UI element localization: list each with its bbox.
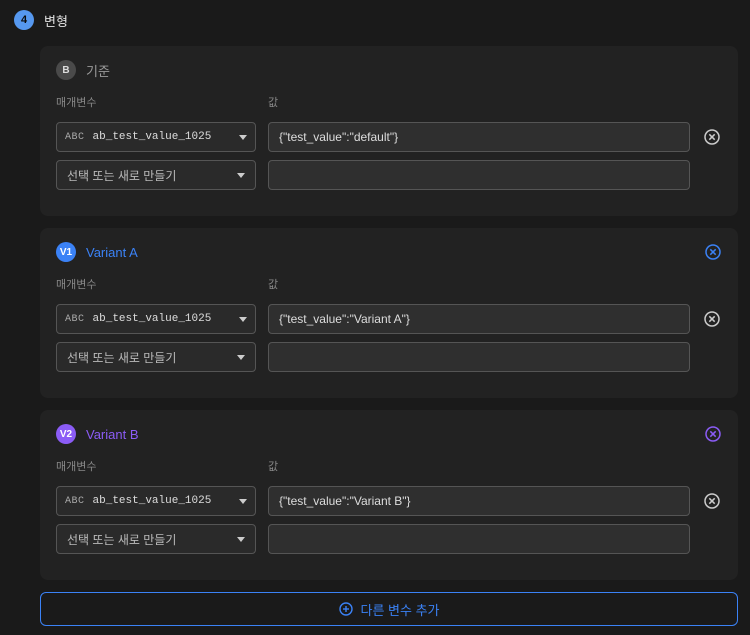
parameter-select-placeholder: 선택 또는 새로 만들기: [67, 349, 176, 366]
chevron-down-icon: [237, 355, 245, 360]
chevron-down-icon: [239, 135, 247, 140]
parameter-select[interactable]: ABC ab_test_value_1025: [56, 122, 256, 152]
chevron-down-icon: [239, 317, 247, 322]
parameter-row-empty: 선택 또는 새로 만들기: [56, 524, 722, 554]
close-circle-icon: [705, 426, 721, 442]
abc-type-icon: ABC: [65, 132, 85, 143]
value-input-empty[interactable]: [268, 342, 690, 372]
parameter-column-label: 매개변수: [56, 94, 256, 110]
parameter-row-empty: 선택 또는 새로 만들기: [56, 160, 722, 190]
step-badge: 4: [14, 10, 34, 30]
add-variant-button[interactable]: 다른 변수 추가: [40, 592, 738, 626]
parameter-select-placeholder: 선택 또는 새로 만들기: [67, 167, 176, 184]
delete-variant-button[interactable]: [704, 425, 722, 443]
close-circle-icon: [704, 129, 720, 145]
parameter-name: ab_test_value_1025: [93, 313, 212, 325]
close-circle-icon: [704, 311, 720, 327]
value-column-label: 값: [268, 458, 722, 474]
delete-row-button[interactable]: [702, 127, 722, 147]
parameter-column-label: 매개변수: [56, 458, 256, 474]
variant-badge: V1: [56, 242, 76, 262]
delete-row-button[interactable]: [702, 309, 722, 329]
variant-name: 기준: [86, 61, 110, 80]
variant-card: V1 Variant A 매개변수 값 ABC ab_test_value_10…: [40, 228, 738, 398]
value-column-label: 값: [268, 276, 722, 292]
value-input[interactable]: [268, 486, 690, 516]
variant-card: B 기준 매개변수 값 ABC ab_test_value_1025 선택 또는…: [40, 46, 738, 216]
value-input-empty[interactable]: [268, 160, 690, 190]
parameter-row: ABC ab_test_value_1025: [56, 122, 722, 152]
plus-circle-icon: [339, 602, 353, 616]
chevron-down-icon: [237, 537, 245, 542]
chevron-down-icon: [237, 173, 245, 178]
value-column-label: 값: [268, 94, 722, 110]
value-input[interactable]: [268, 122, 690, 152]
parameter-row-empty: 선택 또는 새로 만들기: [56, 342, 722, 372]
variant-name: Variant B: [86, 427, 139, 442]
delete-variant-button[interactable]: [704, 243, 722, 261]
variant-badge: B: [56, 60, 76, 80]
parameter-select-placeholder: 선택 또는 새로 만들기: [67, 531, 176, 548]
delete-row-button[interactable]: [702, 491, 722, 511]
value-input-empty[interactable]: [268, 524, 690, 554]
abc-type-icon: ABC: [65, 496, 85, 507]
parameter-select-new[interactable]: 선택 또는 새로 만들기: [56, 524, 256, 554]
variant-name: Variant A: [86, 245, 138, 260]
close-circle-icon: [705, 244, 721, 260]
parameter-select[interactable]: ABC ab_test_value_1025: [56, 486, 256, 516]
abc-type-icon: ABC: [65, 314, 85, 325]
variant-card: V2 Variant B 매개변수 값 ABC ab_test_value_10…: [40, 410, 738, 580]
close-circle-icon: [704, 493, 720, 509]
page-title: 변형: [44, 11, 68, 30]
parameter-select-new[interactable]: 선택 또는 새로 만들기: [56, 160, 256, 190]
parameter-name: ab_test_value_1025: [93, 131, 212, 143]
parameter-row: ABC ab_test_value_1025: [56, 486, 722, 516]
value-input[interactable]: [268, 304, 690, 334]
parameter-column-label: 매개변수: [56, 276, 256, 292]
parameter-name: ab_test_value_1025: [93, 495, 212, 507]
add-variant-label: 다른 변수 추가: [361, 600, 440, 619]
parameter-select-new[interactable]: 선택 또는 새로 만들기: [56, 342, 256, 372]
chevron-down-icon: [239, 499, 247, 504]
variant-badge: V2: [56, 424, 76, 444]
parameter-select[interactable]: ABC ab_test_value_1025: [56, 304, 256, 334]
parameter-row: ABC ab_test_value_1025: [56, 304, 722, 334]
